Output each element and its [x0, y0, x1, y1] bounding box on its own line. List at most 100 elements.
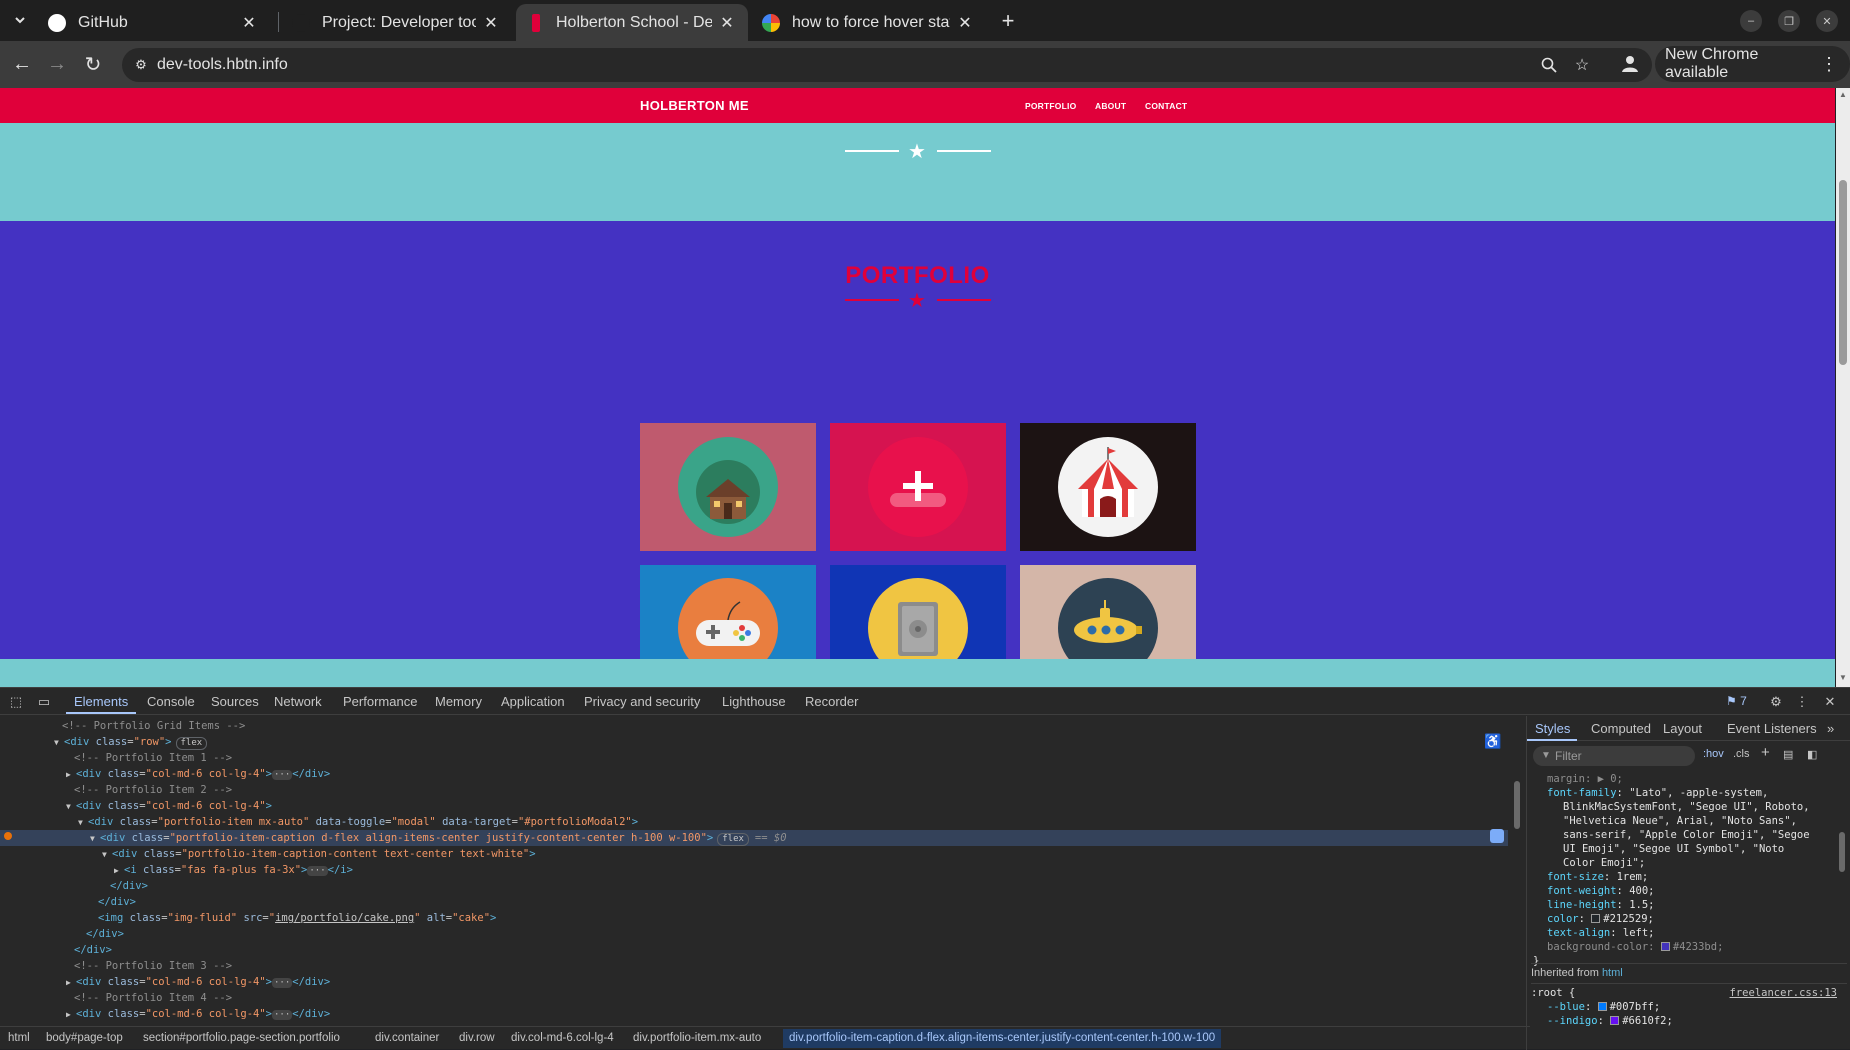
css-declaration[interactable]: background-color: #4233bd; [1547, 940, 1723, 955]
more-tabs-icon[interactable]: » [1827, 721, 1834, 736]
url-text[interactable]: dev-tools.hbtn.info [157, 56, 288, 74]
restore-icon[interactable]: ❐ [1778, 10, 1800, 32]
styles-filter-input[interactable]: ▼ Filter [1533, 746, 1695, 766]
tab-styles[interactable]: Styles [1535, 721, 1570, 736]
toggle-sidebar-icon[interactable]: ◧ [1807, 748, 1817, 761]
scrollbar-thumb[interactable] [1514, 781, 1520, 829]
devtools-tab-privacy-security[interactable]: Privacy and security [584, 694, 700, 709]
page-scrollbar[interactable]: ▲ ▼ [1836, 88, 1850, 687]
color-swatch[interactable] [1610, 1016, 1620, 1025]
more-menu-icon[interactable]: ⋮ [1820, 54, 1838, 75]
dom-node[interactable]: ▼ <div class="portfolio-item mx-auto" dat… [0, 814, 1508, 830]
breadcrumb-col[interactable]: div.col-md-6.col-lg-4 [511, 1032, 614, 1044]
dom-node[interactable]: ▶ <div class="col-md-6 col-lg-4"> ··· </div… [0, 766, 1508, 782]
devtools-tab-lighthouse[interactable]: Lighthouse [722, 694, 786, 709]
css-declaration[interactable]: font-weight: 400; [1547, 884, 1655, 899]
portfolio-item-circus[interactable] [1020, 423, 1196, 551]
devtools-tab-console[interactable]: Console [147, 694, 195, 709]
portfolio-item-cabin[interactable] [640, 423, 816, 551]
tab-event-listeners[interactable]: Event Listeners [1727, 721, 1817, 736]
address-bar[interactable]: ⚙ dev-tools.hbtn.info ☆ [122, 48, 1652, 82]
dom-node[interactable]: <img class="img-fluid" src="img/portfoli… [0, 910, 1508, 926]
back-icon[interactable]: ← [9, 51, 35, 77]
dom-node[interactable]: <!-- Portfolio Item 2 --> [0, 782, 1508, 798]
stylesheet-link[interactable]: freelancer.css:13 [1730, 987, 1837, 999]
dom-node[interactable]: ▼ <div class="portfolio-item-caption-cont… [0, 846, 1508, 862]
selected-node-action-icon[interactable] [1490, 829, 1504, 843]
css-declaration[interactable]: color: #212529; [1547, 912, 1654, 927]
dom-node[interactable]: ▶ <i class="fas fa-plus fa-3x"> ··· </i> [0, 862, 1508, 878]
breadcrumb-body[interactable]: body#page-top [46, 1032, 123, 1044]
profile-icon[interactable] [1619, 53, 1641, 75]
dom-node[interactable]: ▶ <div class="col-md-6 col-lg-4"> ··· </div… [0, 974, 1508, 990]
close-window-icon[interactable]: ✕ [1816, 10, 1838, 32]
devtools-tab-sources[interactable]: Sources [211, 694, 259, 709]
devtools-tab-performance[interactable]: Performance [343, 694, 417, 709]
dom-node[interactable]: <!-- Portfolio Item 4 --> [0, 990, 1508, 1006]
css-declaration[interactable]: text-align: left; [1547, 926, 1654, 941]
site-brand[interactable]: HOLBERTON ME [640, 98, 749, 113]
new-style-rule-icon[interactable]: + [1761, 744, 1770, 761]
color-swatch[interactable] [1597, 1002, 1607, 1011]
hov-toggle-button[interactable]: :hov [1703, 748, 1724, 760]
flex-badge[interactable]: flex [175, 737, 208, 750]
tab-github[interactable]: GitHub ✕ [36, 4, 270, 41]
dom-node[interactable]: </div> [0, 878, 1508, 894]
dom-node[interactable]: </div> [0, 926, 1508, 942]
styles-scrollbar[interactable] [1837, 772, 1847, 1050]
reload-icon[interactable]: ↻ [80, 51, 106, 77]
zoom-icon[interactable] [1539, 55, 1559, 75]
new-tab-button[interactable]: + [995, 8, 1021, 34]
tab-force-hover-state[interactable]: how to force hover state ✕ [750, 4, 986, 41]
tab-computed[interactable]: Computed [1591, 721, 1651, 736]
dom-node[interactable]: ▼ <div class="row"> flex [0, 734, 1508, 750]
inherited-tag[interactable]: html [1602, 967, 1623, 979]
close-icon[interactable]: ✕ [482, 14, 500, 32]
tab-layout[interactable]: Layout [1663, 721, 1702, 736]
css-declaration[interactable]: --indigo: #6610f2; [1531, 1015, 1847, 1029]
close-icon[interactable]: ✕ [240, 14, 258, 32]
new-chrome-available-button[interactable]: New Chrome available ⋮ [1655, 46, 1850, 82]
dom-node-selected[interactable]: ▼ <div class="portfolio-item-caption d-fl… [0, 830, 1508, 846]
nav-link-portfolio[interactable]: PORTFOLIO [1025, 101, 1076, 111]
scroll-up-icon[interactable]: ▲ [1839, 90, 1847, 99]
toggle-print-icon[interactable]: ▤ [1783, 748, 1793, 761]
breadcrumb-html[interactable]: html [8, 1032, 30, 1044]
settings-gear-icon[interactable]: ⚙ [1768, 694, 1784, 710]
breadcrumb-section[interactable]: section#portfolio.page-section.portfolio [143, 1032, 340, 1044]
dom-node[interactable]: </div> [0, 942, 1508, 958]
dom-node[interactable]: <!-- Portfolio Grid Items --> [0, 718, 1508, 734]
color-swatch[interactable] [1660, 942, 1670, 951]
breadcrumb-container[interactable]: div.container [375, 1032, 439, 1044]
device-toolbar-icon[interactable]: ▭ [36, 694, 52, 710]
dom-node[interactable]: <!-- Portfolio Item 3 --> [0, 958, 1508, 974]
color-swatch[interactable] [1591, 914, 1601, 923]
issues-badge[interactable]: ⚑ 7 [1726, 694, 1747, 708]
dom-node[interactable]: </div> [0, 894, 1508, 910]
devtools-tab-recorder[interactable]: Recorder [805, 694, 858, 709]
scrollbar-thumb[interactable] [1839, 180, 1847, 365]
dom-tree-scrollbar[interactable] [1512, 716, 1522, 1026]
breadcrumb-portfolio-item-caption[interactable]: div.portfolio-item-caption.d-flex.align-… [783, 1029, 1222, 1048]
css-declaration[interactable]: --blue: #007bff; [1531, 1001, 1847, 1015]
dom-node[interactable]: <!-- Portfolio Item 1 --> [0, 750, 1508, 766]
scroll-down-icon[interactable]: ▼ [1839, 673, 1847, 682]
more-options-icon[interactable]: ⋮ [1794, 694, 1810, 710]
dom-node[interactable]: ▶ <div class="col-md-6 col-lg-4"> ··· </div… [0, 1006, 1508, 1022]
close-icon[interactable]: ✕ [956, 14, 974, 32]
tab-search-icon[interactable] [8, 8, 32, 32]
bookmark-star-icon[interactable]: ☆ [1572, 55, 1592, 75]
dom-node[interactable]: ▼ <div class="col-md-6 col-lg-4"> [0, 798, 1508, 814]
minimize-icon[interactable]: – [1740, 10, 1762, 32]
dom-tree[interactable]: <!-- Portfolio Grid Items --> ▼ <div clas… [0, 716, 1510, 1026]
breadcrumb-portfolio-item[interactable]: div.portfolio-item.mx-auto [633, 1032, 761, 1044]
nav-link-about[interactable]: ABOUT [1095, 101, 1126, 111]
tab-project-developer-tools[interactable]: Project: Developer tools ✕ [280, 4, 512, 41]
nav-link-contact[interactable]: CONTACT [1145, 101, 1187, 111]
close-devtools-icon[interactable]: ✕ [1822, 694, 1838, 710]
scrollbar-thumb[interactable] [1839, 832, 1845, 872]
devtools-tab-application[interactable]: Application [501, 694, 565, 709]
site-info-icon[interactable]: ⚙ [132, 56, 150, 74]
accessibility-tree-icon[interactable]: ♿ [1484, 732, 1502, 750]
devtools-tab-elements[interactable]: Elements [74, 694, 128, 709]
